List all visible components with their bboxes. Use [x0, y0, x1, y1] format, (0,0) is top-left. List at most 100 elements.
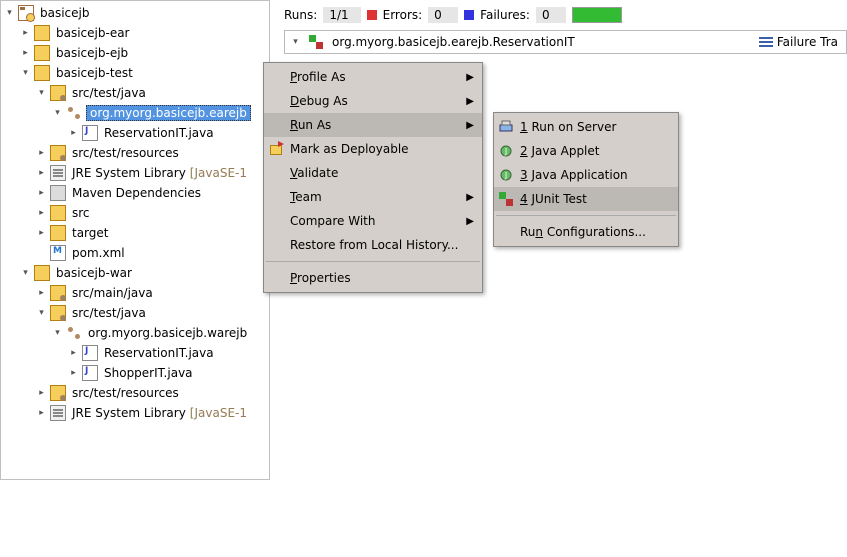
- menu-item-label: Restore from Local History...: [290, 238, 458, 252]
- collapse-icon[interactable]: ▾: [51, 327, 64, 340]
- pkg-folder-icon: [50, 285, 66, 301]
- menu-item-label: Profile As: [290, 70, 346, 84]
- tree-node-label: ShopperIT.java: [102, 365, 195, 381]
- menu-item-label: Properties: [290, 271, 351, 285]
- failure-trace-label: Failure Tra: [777, 35, 838, 49]
- expand-icon[interactable]: ▸: [19, 47, 32, 60]
- tree-node-label: pom.xml: [70, 245, 127, 261]
- tree-row[interactable]: ▸basicejb-ear: [1, 23, 269, 43]
- failure-trace-section[interactable]: Failure Tra: [759, 35, 842, 49]
- menu-item-profile-as[interactable]: Profile As▶: [264, 65, 482, 89]
- menu-item-run-as[interactable]: Run As▶: [264, 113, 482, 137]
- tree-row[interactable]: ▾ org.myorg.basicejb.warejb: [1, 323, 269, 343]
- expand-icon[interactable]: ▸: [35, 387, 48, 400]
- blank-icon: [498, 224, 514, 240]
- svg-text:J: J: [504, 147, 507, 156]
- test-path[interactable]: org.myorg.basicejb.earejb.ReservationIT: [332, 35, 575, 49]
- collapse-icon[interactable]: ▾: [35, 87, 48, 100]
- tree-row[interactable]: ▸basicejb-ejb: [1, 43, 269, 63]
- collapse-icon[interactable]: ▾: [3, 7, 16, 20]
- tree-row[interactable]: ▸src/main/java: [1, 283, 269, 303]
- tree-row[interactable]: ▾ org.myorg.basicejb.earejb: [1, 103, 269, 123]
- applet-icon: J: [498, 143, 514, 159]
- menu-item-compare-with[interactable]: Compare With▶: [264, 209, 482, 233]
- failures-icon: [464, 10, 474, 20]
- collapse-icon[interactable]: ▾: [19, 67, 32, 80]
- tree-row[interactable]: ▸ ReservationIT.java: [1, 123, 269, 143]
- runs-value: 1/1: [323, 7, 360, 23]
- tree-row[interactable]: ▾basicejb-test: [1, 63, 269, 83]
- tree-node-label: ReservationIT.java: [102, 125, 216, 141]
- project-explorer: ▾basicejb▸basicejb-ear▸basicejb-ejb▾basi…: [0, 0, 270, 480]
- collapse-icon[interactable]: ▾: [51, 107, 64, 120]
- junit-progress-bar: [572, 7, 622, 23]
- collapse-icon[interactable]: ▾: [35, 307, 48, 320]
- tree-row[interactable]: ▸ ShopperIT.java: [1, 363, 269, 383]
- tree-node-label: org.myorg.basicejb.earejb: [86, 105, 251, 121]
- menu-item-label: Mark as Deployable: [290, 142, 409, 156]
- menu-item-team[interactable]: Team▶: [264, 185, 482, 209]
- tree-row[interactable]: ▾src/test/java: [1, 83, 269, 103]
- tree-row[interactable]: ▸src/test/resources: [1, 143, 269, 163]
- run-as-submenu[interactable]: 1 Run on Server J2 Java AppletJ3 Java App…: [493, 112, 679, 247]
- menu-item-debug-as[interactable]: Debug As▶: [264, 89, 482, 113]
- tree-row[interactable]: ▾ basicejb: [1, 3, 269, 23]
- expand-icon[interactable]: ▸: [35, 287, 48, 300]
- expand-icon[interactable]: ▸: [35, 227, 48, 240]
- collapse-icon[interactable]: ▾: [19, 267, 32, 280]
- tree-node-label: JRE System Library: [70, 165, 188, 181]
- expand-icon[interactable]: ▸: [35, 147, 48, 160]
- menu-item-mark-as-deployable[interactable]: Mark as Deployable: [264, 137, 482, 161]
- mod-icon: [34, 45, 50, 61]
- menu-item-validate[interactable]: Validate: [264, 161, 482, 185]
- submenu-item-label: Run Configurations...: [520, 225, 646, 239]
- tree-row[interactable]: ▸target: [1, 223, 269, 243]
- folder-icon: [50, 225, 66, 241]
- tree-node-label: org.myorg.basicejb.warejb: [86, 325, 249, 341]
- tree-node-label: src/test/java: [70, 305, 148, 321]
- pkg-folder-icon: [50, 385, 66, 401]
- menu-item-label: Run As: [290, 118, 331, 132]
- submenu-item-junit-test[interactable]: 4 JUnit Test: [494, 187, 678, 211]
- mod-icon: [34, 25, 50, 41]
- expand-icon[interactable]: ▸: [67, 127, 80, 140]
- japp-icon: J: [498, 167, 514, 183]
- tree-node-label: basicejb: [38, 5, 92, 21]
- tree-row[interactable]: ▾ basicejb-war: [1, 263, 269, 283]
- menu-item-label: Team: [290, 190, 322, 204]
- tree-node-label: src: [70, 205, 92, 221]
- tree-row[interactable]: ▸src/test/resources: [1, 383, 269, 403]
- expand-icon[interactable]: ▸: [35, 207, 48, 220]
- project-tree[interactable]: ▾basicejb▸basicejb-ear▸basicejb-ejb▾basi…: [1, 1, 269, 425]
- tree-node-label: basicejb-war: [54, 265, 134, 281]
- tree-row[interactable]: ▸JRE System Library[JavaSE-1: [1, 163, 269, 183]
- submenu-item-java-applet[interactable]: J2 Java Applet: [494, 139, 678, 163]
- tree-row[interactable]: ▸ReservationIT.java: [1, 343, 269, 363]
- submenu-item-java-application[interactable]: J3 Java Application: [494, 163, 678, 187]
- expand-icon[interactable]: ▸: [35, 167, 48, 180]
- errors-icon: [367, 10, 377, 20]
- expand-icon[interactable]: ▸: [67, 347, 80, 360]
- submenu-item-run-configurations[interactable]: Run Configurations...: [494, 220, 678, 244]
- tree-row[interactable]: ▾ src/test/java: [1, 303, 269, 323]
- menu-item-restore-from-local-history[interactable]: Restore from Local History...: [264, 233, 482, 257]
- tree-row[interactable]: pom.xml: [1, 243, 269, 263]
- tree-row[interactable]: ▸JRE System Library[JavaSE-1: [1, 403, 269, 423]
- menu-item-label: Compare With: [290, 214, 376, 228]
- submenu-item-run-on-server[interactable]: 1 Run on Server: [494, 115, 678, 139]
- folder-icon: [50, 205, 66, 221]
- mod-icon: [34, 265, 50, 281]
- context-menu[interactable]: Profile As▶Debug As▶Run As▶ Mark as Deplo…: [263, 62, 483, 293]
- tree-row[interactable]: ▸ src: [1, 203, 269, 223]
- submenu-item-label: 1 Run on Server: [520, 120, 616, 134]
- tree-row[interactable]: ▸Maven Dependencies: [1, 183, 269, 203]
- hamburger-icon: [759, 37, 773, 47]
- expand-icon[interactable]: ▸: [35, 407, 48, 420]
- expand-icon[interactable]: ▸: [67, 367, 80, 380]
- menu-item-properties[interactable]: Properties: [264, 266, 482, 290]
- svg-text:J: J: [504, 171, 507, 180]
- chevron-down-icon[interactable]: ▾: [289, 36, 302, 49]
- expand-icon[interactable]: ▸: [19, 27, 32, 40]
- expand-icon[interactable]: ▸: [35, 187, 48, 200]
- tree-node-label: JRE System Library: [70, 405, 188, 421]
